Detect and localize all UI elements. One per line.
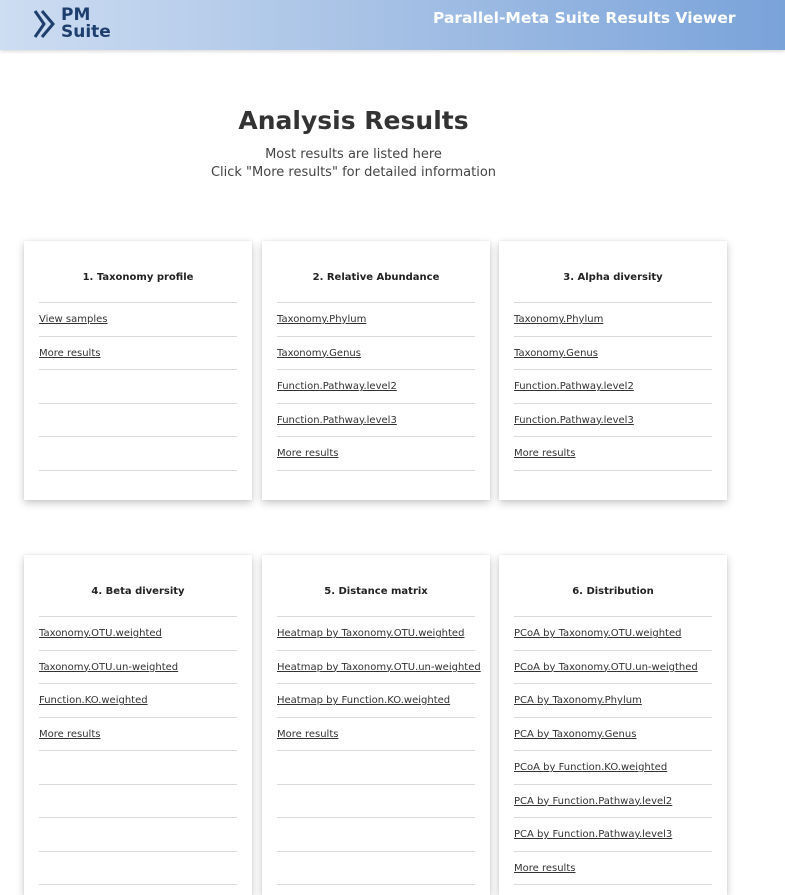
list-item: PCA by Taxonomy.Phylum [514,683,712,717]
empty-list-item [277,750,475,784]
page-title: Analysis Results [238,106,469,135]
list-item: PCA by Function.Pathway.level3 [514,817,712,851]
function-ko-weighted-link[interactable]: Function.KO.weighted [39,695,148,706]
list-item: More results [277,716,475,751]
list-item: PCA by Function.Pathway.level2 [514,783,712,818]
empty-list-item [39,817,237,851]
heatmap-otu-weighted-link[interactable]: Heatmap by Taxonomy.OTU.weighted [277,628,464,639]
chevron-logo-icon [33,10,55,38]
card-distribution: 6. Distribution PCoA by Taxonomy.OTU.wei… [499,555,727,895]
list-item: Function.Pathway.level2 [514,369,712,403]
function-pathway-level2-link[interactable]: Function.Pathway.level2 [277,381,397,392]
app-title: Parallel-Meta Suite Results Viewer [433,9,736,27]
card-relative-abundance: 2. Relative Abundance Taxonomy.Phylum Ta… [262,241,490,500]
pcoa-ko-weighted-link[interactable]: PCoA by Function.KO.weighted [514,762,667,773]
card-distance-matrix: 5. Distance matrix Heatmap by Taxonomy.O… [262,555,490,895]
list-item: PCoA by Function.KO.weighted [514,750,712,784]
list-item: Taxonomy.Genus [277,335,475,370]
card-beta-diversity: 4. Beta diversity Taxonomy.OTU.weighted … [24,555,252,895]
empty-list-item [277,850,475,885]
pca-pathway-level2-link[interactable]: PCA by Function.Pathway.level2 [514,796,672,807]
empty-list-item [277,783,475,818]
list-item: PCA by Taxonomy.Genus [514,716,712,751]
list-item: Taxonomy.Phylum [514,302,712,336]
more-results-link[interactable]: More results [39,348,100,359]
more-results-link[interactable]: More results [39,729,100,740]
list-item: Function.KO.weighted [39,683,237,717]
list-item: Taxonomy.OTU.weighted [39,616,237,650]
heatmap-ko-weighted-link[interactable]: Heatmap by Function.KO.weighted [277,695,450,706]
more-results-link[interactable]: More results [514,448,575,459]
taxonomy-phylum-link[interactable]: Taxonomy.Phylum [277,314,366,325]
page-subtitle-line-1: Most results are listed here [265,147,442,162]
card-title: 6. Distribution [572,586,654,597]
card-title: 5. Distance matrix [324,586,428,597]
function-pathway-level3-link[interactable]: Function.Pathway.level3 [514,415,634,426]
list-item: PCoA by Taxonomy.OTU.weighted [514,616,712,650]
pca-pathway-level3-link[interactable]: PCA by Function.Pathway.level3 [514,829,672,840]
pca-phylum-link[interactable]: PCA by Taxonomy.Phylum [514,695,642,706]
pcoa-otu-unweighted-link[interactable]: PCoA by Taxonomy.OTU.un-weigthed [514,662,698,673]
card-title: 4. Beta diversity [91,586,185,597]
taxonomy-phylum-link[interactable]: Taxonomy.Phylum [514,314,603,325]
pcoa-otu-weighted-link[interactable]: PCoA by Taxonomy.OTU.weighted [514,628,681,639]
list-item: More results [514,850,712,885]
taxonomy-otu-unweighted-link[interactable]: Taxonomy.OTU.un-weighted [39,662,178,673]
empty-list-item [277,817,475,851]
card-title: 2. Relative Abundance [312,272,440,283]
list-item: PCoA by Taxonomy.OTU.un-weigthed [514,649,712,684]
list-item: Heatmap by Taxonomy.OTU.un-weighted [277,649,481,684]
list-item: Heatmap by Function.KO.weighted [277,683,475,717]
empty-list-item [39,783,237,818]
taxonomy-genus-link[interactable]: Taxonomy.Genus [514,348,598,359]
view-samples-link[interactable]: View samples [39,314,107,325]
taxonomy-genus-link[interactable]: Taxonomy.Genus [277,348,361,359]
empty-list-item [39,369,237,403]
card-title: 1. Taxonomy profile [82,272,194,283]
more-results-link[interactable]: More results [277,448,338,459]
empty-list-item [39,850,237,885]
more-results-link[interactable]: More results [277,729,338,740]
app-header: PM Suite Parallel-Meta Suite Results Vie… [0,0,785,50]
list-item: Taxonomy.OTU.un-weighted [39,649,237,684]
card-taxonomy-profile: 1. Taxonomy profile View samples More re… [24,241,252,500]
empty-list-item [39,750,237,784]
list-item: More results [39,716,237,751]
taxonomy-otu-weighted-link[interactable]: Taxonomy.OTU.weighted [39,628,162,639]
page-subtitle-line-2: Click "More results" for detailed inform… [210,165,497,180]
function-pathway-level2-link[interactable]: Function.Pathway.level2 [514,381,634,392]
list-item: Taxonomy.Phylum [277,302,475,336]
empty-list-item [39,436,237,471]
list-item: More results [39,335,237,370]
pm-suite-logo[interactable]: PM Suite [33,6,113,44]
card-alpha-diversity: 3. Alpha diversity Taxonomy.Phylum Taxon… [499,241,727,500]
heatmap-otu-unweighted-link[interactable]: Heatmap by Taxonomy.OTU.un-weighted [277,662,481,673]
list-item: Taxonomy.Genus [514,335,712,370]
pca-genus-link[interactable]: PCA by Taxonomy.Genus [514,729,636,740]
card-title: 3. Alpha diversity [563,272,663,283]
list-item: Function.Pathway.level2 [277,369,475,403]
more-results-link[interactable]: More results [514,863,575,874]
empty-list-item [39,402,237,437]
list-item: Function.Pathway.level3 [277,402,475,437]
logo-text: PM Suite [61,5,111,42]
list-item: View samples [39,302,237,336]
list-item: Heatmap by Taxonomy.OTU.weighted [277,616,475,650]
list-item: Function.Pathway.level3 [514,402,712,437]
function-pathway-level3-link[interactable]: Function.Pathway.level3 [277,415,397,426]
list-item: More results [277,436,475,471]
list-item: More results [514,436,712,471]
